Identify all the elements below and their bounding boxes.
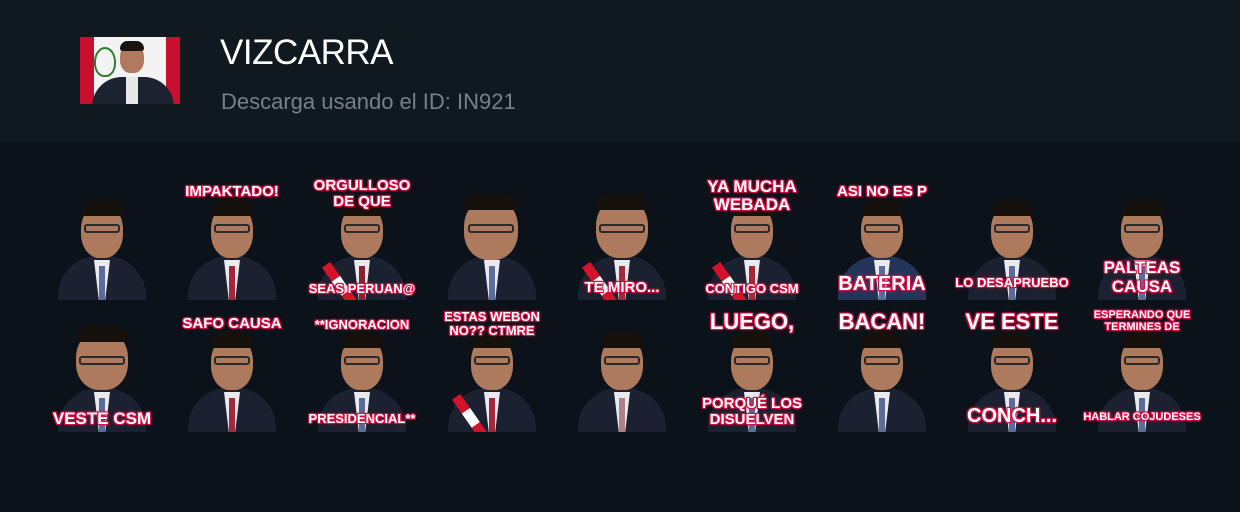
sticker-grid: IMPAKTADO! ORGULLOSO DE QUE SEAS PERUAN@… <box>36 176 1206 438</box>
sticker-12[interactable]: **IGNORACION PRESIDENCIAL** <box>300 308 424 432</box>
sticker-caption-top: SAFO CAUSA <box>182 315 282 332</box>
sticker-caption-bottom: PALTEAS CAUSA <box>1103 258 1181 296</box>
sticker-8[interactable]: LO DESAPRUEBO <box>950 176 1074 300</box>
sticker-caption-bottom: VESTE CSM <box>52 408 152 428</box>
sticker-caption-top: **IGNORACION <box>314 317 410 332</box>
sticker-9[interactable]: PALTEAS CAUSA <box>1080 176 1204 300</box>
sticker-caption-top: ORGULLOSO DE QUE <box>313 177 411 211</box>
sticker-caption-bottom: TE MIRO... <box>584 278 660 296</box>
sticker-caption-bottom: PRESIDENCIAL** <box>308 410 416 426</box>
sticker-11[interactable]: SAFO CAUSA <box>170 308 294 432</box>
sticker-caption-top: BACAN! <box>838 309 926 334</box>
sticker-4[interactable] <box>430 176 554 300</box>
sticker-caption-bottom: PORQUÉ LOS DISUELVEN <box>701 394 802 428</box>
coat-of-arms-icon <box>94 47 116 77</box>
sticker-caption-top: LUEGO, <box>709 309 795 334</box>
sticker-caption-bottom: HABLAR COJUDESES <box>1083 411 1201 424</box>
sticker-5[interactable]: TE MIRO... <box>560 176 684 300</box>
sticker-caption-bottom: BATERIA <box>838 273 926 296</box>
sticker-2[interactable]: IMPAKTADO! <box>170 176 294 300</box>
pack-thumbnail <box>80 37 180 104</box>
sticker-14[interactable] <box>560 308 684 432</box>
sticker-7[interactable]: ASI NO ES P BATERIA <box>820 176 944 300</box>
sticker-17[interactable]: VE ESTE CONCH... <box>950 308 1074 432</box>
sticker-16[interactable]: BACAN! <box>820 308 944 432</box>
sticker-13[interactable]: ESTAS WEBON NO?? CTMRE <box>430 308 554 432</box>
sticker-caption-top: YA MUCHA WEBADA <box>707 177 797 215</box>
sticker-caption-bottom: CONTIGO CSM <box>705 280 799 296</box>
sticker-caption-top: ESTAS WEBON NO?? CTMRE <box>444 309 540 339</box>
sticker-1[interactable] <box>40 176 164 300</box>
sticker-18[interactable]: ESPERANDO QUE TERMINES DE HABLAR COJUDES… <box>1080 308 1204 432</box>
sticker-caption-top: ASI NO ES P <box>836 183 928 200</box>
pack-header: VIZCARRA Descarga usando el ID: IN921 <box>0 0 1240 142</box>
sticker-caption-bottom: LO DESAPRUEBO <box>955 274 1069 290</box>
pack-title: VIZCARRA <box>220 33 393 72</box>
sticker-caption-top: VE ESTE <box>965 309 1059 334</box>
pack-subtitle: Descarga usando el ID: IN921 <box>221 89 516 114</box>
sticker-caption-bottom: SEAS PERUAN@ <box>308 280 416 296</box>
sticker-15[interactable]: LUEGO, PORQUÉ LOS DISUELVEN <box>690 308 814 432</box>
sticker-3[interactable]: ORGULLOSO DE QUE SEAS PERUAN@ <box>300 176 424 300</box>
sticker-caption-bottom: CONCH... <box>967 405 1057 428</box>
sticker-caption-top: ESPERANDO QUE TERMINES DE <box>1093 309 1191 333</box>
sticker-6[interactable]: YA MUCHA WEBADA CONTIGO CSM <box>690 176 814 300</box>
sticker-caption-top: IMPAKTADO! <box>185 183 279 200</box>
sticker-10[interactable]: VESTE CSM <box>40 308 164 432</box>
